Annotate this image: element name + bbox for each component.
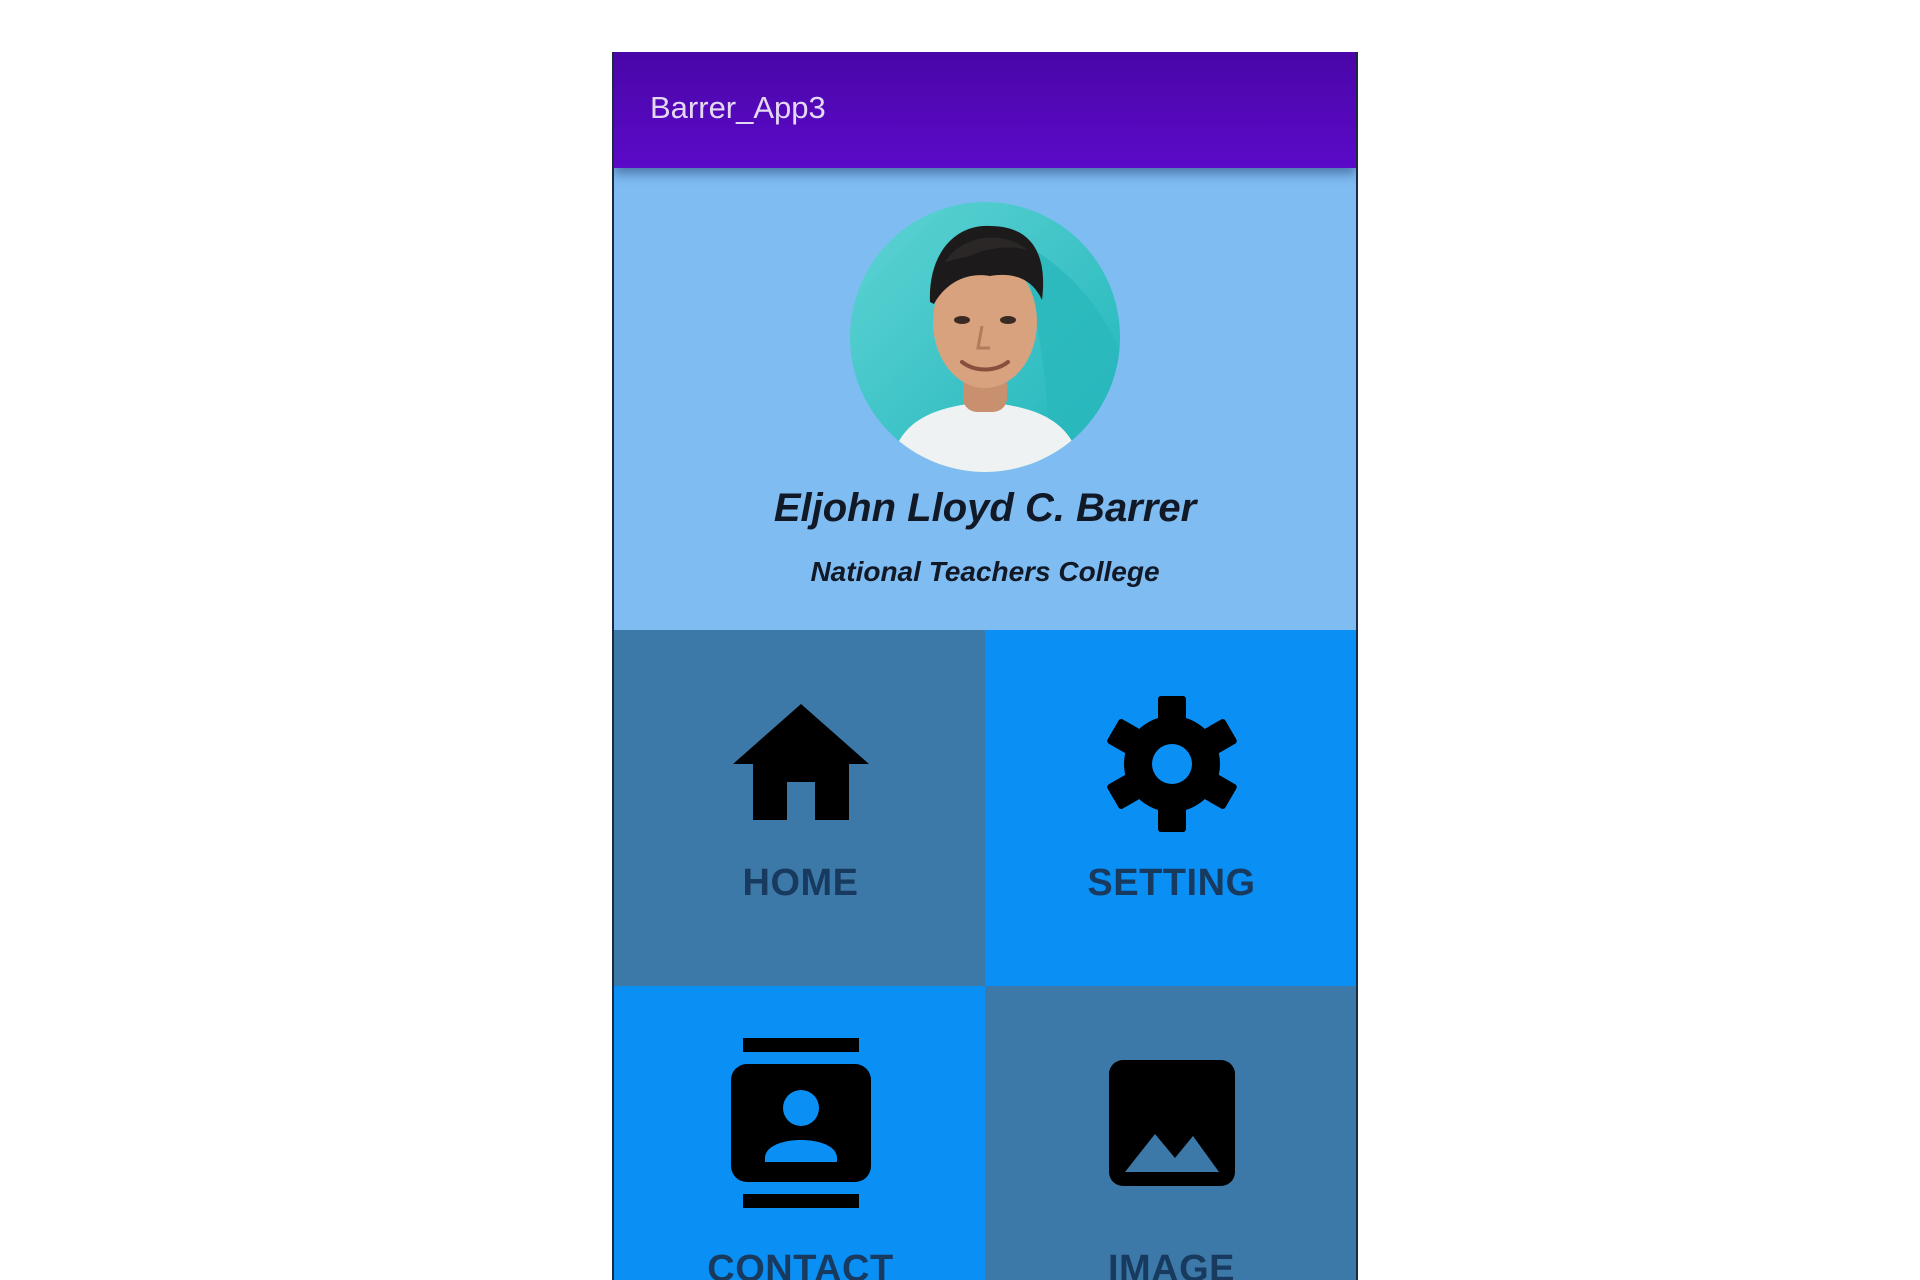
home-label: HOME (742, 862, 859, 904)
profile-name: Eljohn Lloyd C. Barrer (773, 486, 1197, 530)
gear-icon (1102, 696, 1242, 839)
profile-header: Eljohn Lloyd C. Barrer National Teachers… (614, 168, 1356, 630)
avatar (850, 202, 1120, 472)
image-tile-button[interactable]: IMAGE (985, 986, 1356, 1280)
image-label: IMAGE (1107, 1248, 1236, 1280)
contact-book-icon (730, 1038, 871, 1213)
phone-screen: Barrer_App3 Eljohn Lloyd C. Barrer Natio… (612, 52, 1358, 1280)
home-icon (731, 700, 871, 829)
contact-tile-button[interactable]: CONTACT (614, 986, 987, 1280)
setting-label: SETTING (1087, 862, 1256, 904)
setting-tile-button[interactable]: SETTING (985, 630, 1356, 986)
app-bar: Barrer_App3 (614, 52, 1356, 168)
app-title: Barrer_App3 (650, 90, 826, 125)
contact-label: CONTACT (707, 1248, 894, 1280)
profile-photo (850, 202, 1120, 472)
image-icon (1108, 1038, 1235, 1213)
profile-school: National Teachers College (810, 556, 1160, 587)
home-tile-button[interactable]: HOME (614, 630, 987, 986)
